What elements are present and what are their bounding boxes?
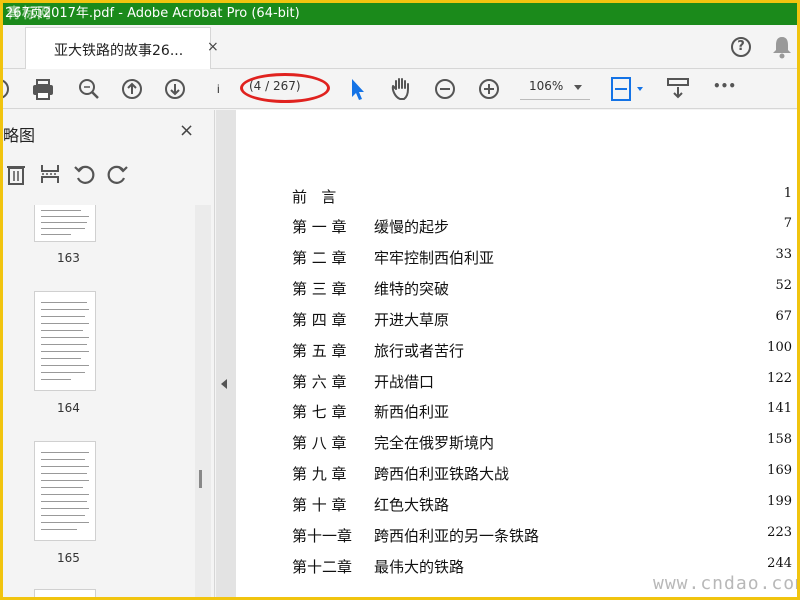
toc-row[interactable]: 第十一章 跨西伯利亚的另一条铁路 223 (292, 525, 792, 545)
toc-chapter: 第 九 章 (292, 465, 347, 483)
document-tab[interactable]: 亚大铁路的故事26... × (25, 27, 219, 69)
toc-row[interactable]: 第 七 章 新西伯利亚 141 (292, 401, 792, 421)
thumbnail-label: 164 (57, 401, 80, 415)
toc-title: 开进大草原 (374, 311, 450, 329)
thumbnails-panel: 略图 × 163 164 165 (3, 110, 215, 597)
hand-tool-icon[interactable] (389, 75, 413, 103)
toc-page-number: 100 (767, 340, 792, 355)
thumbnail-page-163[interactable] (34, 205, 96, 242)
zoom-in-icon[interactable] (477, 75, 501, 103)
toc-row[interactable]: 第 五 章 旅行或者苦行 100 (292, 340, 792, 360)
zoom-dropdown-icon[interactable] (574, 85, 582, 90)
delete-icon[interactable] (5, 162, 27, 186)
zoom-level[interactable]: 106% (529, 79, 563, 93)
close-panel-icon[interactable]: × (179, 120, 194, 141)
next-page-icon[interactable] (163, 75, 187, 103)
help-icon[interactable]: ? (731, 37, 751, 57)
toc-chapter: 第 七 章 (292, 403, 347, 421)
toc-page-number: 122 (767, 371, 792, 386)
watermark-logo: 青标网 (7, 6, 52, 22)
toc-row[interactable]: 第 四 章 开进大草原 67 (292, 309, 792, 329)
bell-icon[interactable] (771, 35, 793, 59)
search-icon[interactable] (77, 75, 101, 103)
previous-page-icon[interactable] (120, 75, 144, 103)
page-fit-icon[interactable] (609, 75, 645, 103)
toc-title: 完全在俄罗斯境内 (374, 434, 495, 452)
thumbnail-scrollbar[interactable] (195, 205, 211, 597)
toc-page-number: 244 (767, 556, 792, 571)
acrobat-window: 267页2017年.pdf - Adobe Acrobat Pro (64-bi… (3, 3, 797, 597)
collapse-panel-icon[interactable] (221, 379, 227, 389)
toc-chapter: 第 八 章 (292, 434, 347, 452)
toc-title: 旅行或者苦行 (374, 342, 465, 360)
toc-chapter: 第十二章 (292, 558, 353, 576)
toc-row[interactable]: 第 八 章 完全在俄罗斯境内 158 (292, 432, 792, 452)
thumbnail-page-165[interactable] (34, 441, 96, 541)
toc-page-number: 1 (783, 186, 792, 201)
zoom-underline (520, 99, 590, 100)
thumbnail-scrollbar-handle[interactable] (199, 470, 202, 488)
toc-page-number: 33 (775, 247, 792, 262)
toc-chapter: 前 言 (292, 188, 337, 206)
thumbnail-list[interactable]: 163 164 165 (5, 205, 195, 597)
highlight-circle (240, 73, 330, 103)
toc-row[interactable]: 第 十 章 红色大铁路 199 (292, 494, 792, 514)
toc-title: 跨西伯利亚铁路大战 (374, 465, 510, 483)
panel-title: 略图 (3, 126, 36, 145)
toc-chapter: 第十一章 (292, 527, 353, 545)
pdf-page[interactable]: 前 言 1 第 一 章 缓慢的起步 7 第 二 章 牢牢控制西伯利亚 33 第 … (236, 110, 797, 597)
thumbnail-page-166[interactable] (34, 589, 96, 597)
thumbnail-label: 163 (57, 251, 80, 265)
toc-chapter: 第 五 章 (292, 342, 347, 360)
site-watermark: www.cndao.com (653, 573, 797, 594)
more-tools-icon[interactable]: ••• (713, 79, 736, 107)
toc-chapter: 第 三 章 (292, 280, 347, 298)
toc-title: 缓慢的起步 (374, 218, 450, 236)
title-bar: 267页2017年.pdf - Adobe Acrobat Pro (64-bi… (3, 3, 797, 25)
document-tab-title: 亚大铁路的故事26... (54, 43, 184, 59)
toc-chapter: 第 二 章 (292, 249, 347, 267)
toc-row[interactable]: 第 六 章 开战借口 122 (292, 371, 792, 391)
close-tab-icon[interactable]: × (207, 39, 219, 55)
toc-page-number: 52 (775, 278, 792, 293)
rotate-right-icon[interactable] (107, 162, 129, 186)
panel-toolbar (3, 160, 203, 190)
toc-row[interactable]: 前 言 1 (292, 186, 792, 206)
scroll-mode-icon[interactable] (665, 75, 691, 103)
toc-title: 红色大铁路 (374, 496, 450, 514)
rotate-left-icon[interactable] (73, 162, 95, 186)
toc-page-number: 199 (767, 494, 792, 509)
zoom-out-icon[interactable] (433, 75, 457, 103)
toc-page-number: 7 (783, 216, 792, 231)
print-icon[interactable] (31, 75, 55, 103)
insert-page-icon[interactable] (39, 162, 61, 186)
toc-page-number: 158 (767, 432, 792, 447)
toc-title: 维特的突破 (374, 280, 450, 298)
toc-page-number: 67 (775, 309, 792, 324)
toolbar: (4 / 267) 106% ••• (3, 69, 797, 109)
toc-title: 开战借口 (374, 373, 435, 391)
toc-page-number: 141 (767, 401, 792, 416)
toc-title: 新西伯利亚 (374, 403, 450, 421)
page-number-input[interactable] (217, 79, 227, 99)
nav-back-icon[interactable] (3, 75, 13, 103)
select-tool-icon[interactable] (348, 75, 366, 103)
toc-title: 跨西伯利亚的另一条铁路 (374, 527, 540, 545)
toc-title: 牢牢控制西伯利亚 (374, 249, 495, 267)
toc-chapter: 第 十 章 (292, 496, 347, 514)
toc-title: 最伟大的铁路 (374, 558, 465, 576)
tab-bar: 亚大铁路的故事26... × ? (3, 25, 797, 69)
toc-page-number: 169 (767, 463, 792, 478)
thumbnail-label: 165 (57, 551, 80, 565)
toc-chapter: 第 六 章 (292, 373, 347, 391)
toc-row[interactable]: 第 一 章 缓慢的起步 7 (292, 216, 792, 236)
toc-page-number: 223 (767, 525, 792, 540)
toc-row[interactable]: 第 二 章 牢牢控制西伯利亚 33 (292, 247, 792, 267)
thumbnail-page-164[interactable] (34, 291, 96, 391)
toc-chapter: 第 四 章 (292, 311, 347, 329)
toc-row[interactable]: 第 三 章 维特的突破 52 (292, 278, 792, 298)
toc-chapter: 第 一 章 (292, 218, 347, 236)
toc-row[interactable]: 第 九 章 跨西伯利亚铁路大战 169 (292, 463, 792, 483)
